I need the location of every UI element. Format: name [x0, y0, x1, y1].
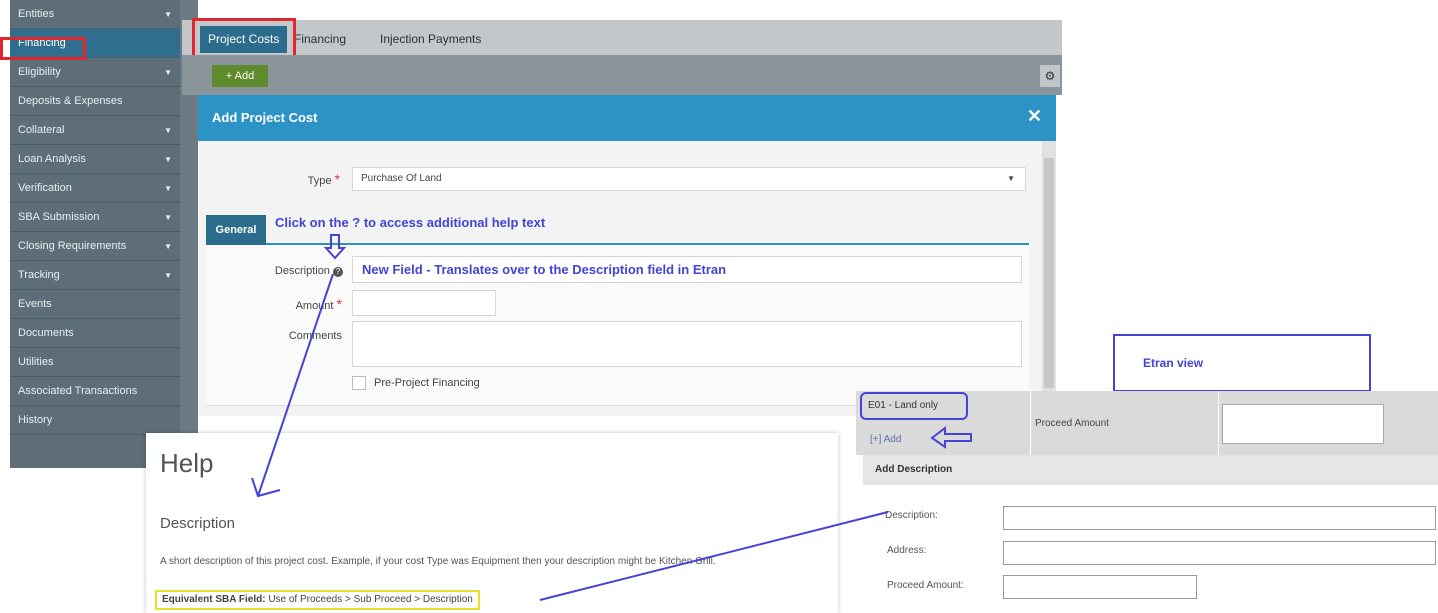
- sidebar-item-label: Events: [18, 298, 52, 310]
- etran-add-link[interactable]: [+] Add: [870, 434, 901, 445]
- etran-proceed-amount-field[interactable]: [1003, 575, 1197, 599]
- etran-code: E01 - Land only: [860, 392, 968, 420]
- tab-injection-payments[interactable]: Injection Payments: [372, 26, 489, 53]
- equivalent-label: Equivalent SBA Field:: [162, 594, 266, 605]
- sidebar-item[interactable]: Verification ▼: [10, 174, 180, 203]
- chevron-down-icon: ▼: [164, 10, 172, 19]
- annotation-new-field: New Field - Translates over to the Descr…: [362, 262, 727, 277]
- help-icon[interactable]: ?: [333, 267, 343, 277]
- chevron-down-icon: ▼: [164, 126, 172, 135]
- help-body-text: A short description of this project cost…: [160, 556, 716, 567]
- sidebar-item[interactable]: Utilities: [10, 348, 180, 377]
- sidebar-item[interactable]: SBA Submission ▼: [10, 203, 180, 232]
- annotation-click-help: Click on the ? to access additional help…: [275, 215, 546, 230]
- modal-title: Add Project Cost: [212, 110, 318, 125]
- sidebar-highlight-box: [0, 37, 86, 60]
- modal-header: Add Project Cost ✕: [198, 95, 1056, 141]
- sidebar-item-label: SBA Submission: [18, 211, 100, 223]
- etran-description-input[interactable]: [1003, 506, 1436, 530]
- etran-proceed-amount-field-label: Proceed Amount:: [887, 580, 964, 591]
- sidebar-item-label: Utilities: [18, 356, 54, 368]
- type-label: Type *: [307, 171, 340, 187]
- sidebar-item-label: Verification: [18, 182, 72, 194]
- close-icon[interactable]: ✕: [1027, 106, 1042, 127]
- etran-address-input[interactable]: [1003, 541, 1436, 565]
- add-description-header: Add Description: [863, 455, 1438, 485]
- comments-textarea[interactable]: [352, 321, 1022, 367]
- help-panel: [146, 433, 838, 613]
- sidebar-item[interactable]: Eligibility ▼: [10, 58, 180, 87]
- tab-general[interactable]: General: [206, 215, 266, 245]
- sidebar-item[interactable]: Associated Transactions: [10, 377, 180, 406]
- tab-highlight-box: [192, 18, 296, 58]
- sidebar-item-label: Deposits & Expenses: [18, 95, 123, 107]
- sidebar-item[interactable]: Deposits & Expenses: [10, 87, 180, 116]
- help-title: Help: [160, 448, 214, 478]
- etran-divider: [1218, 391, 1219, 455]
- preproject-label: Pre-Project Financing: [374, 377, 480, 389]
- sidebar-item-label: Eligibility: [18, 66, 61, 78]
- etran-divider: [1030, 391, 1031, 455]
- etran-address-label: Address:: [887, 545, 927, 556]
- type-value: Purchase Of Land: [361, 173, 442, 184]
- sidebar-item[interactable]: History: [10, 406, 180, 435]
- sidebar-item[interactable]: Events: [10, 290, 180, 319]
- etran-proceed-amount-label: Proceed Amount: [1035, 418, 1109, 429]
- etran-view-label: Etran view: [1143, 356, 1204, 370]
- chevron-down-icon: ▼: [164, 242, 172, 251]
- sidebar-item-label: Entities: [18, 8, 55, 20]
- sidebar-item-label: Closing Requirements: [18, 240, 127, 252]
- sidebar-item-label: Loan Analysis: [18, 153, 86, 165]
- comments-label: Comments: [288, 330, 342, 342]
- tab-financing[interactable]: Financing: [286, 26, 354, 53]
- chevron-down-icon: ▼: [164, 155, 172, 164]
- chevron-down-icon: ▼: [164, 184, 172, 193]
- etran-description-label: Description:: [885, 510, 938, 521]
- sidebar-item[interactable]: Collateral ▼: [10, 116, 180, 145]
- equivalent-sba-field: Equivalent SBA Field: Use of Proceeds > …: [155, 590, 480, 610]
- add-button[interactable]: + Add: [212, 65, 268, 87]
- description-label: Description ?: [240, 265, 343, 277]
- amount-label: Amount *: [295, 296, 342, 312]
- sidebar-item[interactable]: Closing Requirements ▼: [10, 232, 180, 261]
- help-subtitle: Description: [160, 515, 236, 532]
- equivalent-value: Use of Proceeds > Sub Proceed > Descript…: [268, 594, 473, 605]
- gear-icon[interactable]: ⚙: [1040, 65, 1060, 87]
- type-select[interactable]: Purchase Of Land ▼: [352, 167, 1026, 191]
- modal-scrollbar-thumb[interactable]: [1044, 158, 1054, 388]
- chevron-down-icon: ▼: [164, 68, 172, 77]
- preproject-checkbox[interactable]: [352, 376, 366, 390]
- etran-view-box: Etran view: [1113, 334, 1371, 392]
- toolbar: [182, 55, 1062, 95]
- sidebar-item[interactable]: Entities ▼: [10, 0, 180, 29]
- sidebar-item-label: Documents: [18, 327, 74, 339]
- sidebar-item[interactable]: Documents: [10, 319, 180, 348]
- sidebar-item-label: Associated Transactions: [18, 385, 138, 397]
- sidebar-item-label: History: [18, 414, 53, 426]
- chevron-down-icon: ▼: [164, 271, 172, 280]
- sidebar-item[interactable]: Loan Analysis ▼: [10, 145, 180, 174]
- chevron-down-icon: ▼: [164, 213, 172, 222]
- sidebar-item-label: Collateral: [18, 124, 65, 136]
- amount-input[interactable]: [352, 290, 496, 316]
- tab-bar: Project Costs Financing Injection Paymen…: [182, 20, 1062, 55]
- sidebar-item-label: Tracking: [18, 269, 60, 281]
- sidebar: Entities ▼ Financing Eligibility ▼ Deposits &…: [10, 0, 180, 468]
- sidebar-item[interactable]: Tracking ▼: [10, 261, 180, 290]
- etran-proceed-amount-input[interactable]: [1222, 404, 1384, 444]
- caret-down-icon: ▼: [1007, 174, 1015, 183]
